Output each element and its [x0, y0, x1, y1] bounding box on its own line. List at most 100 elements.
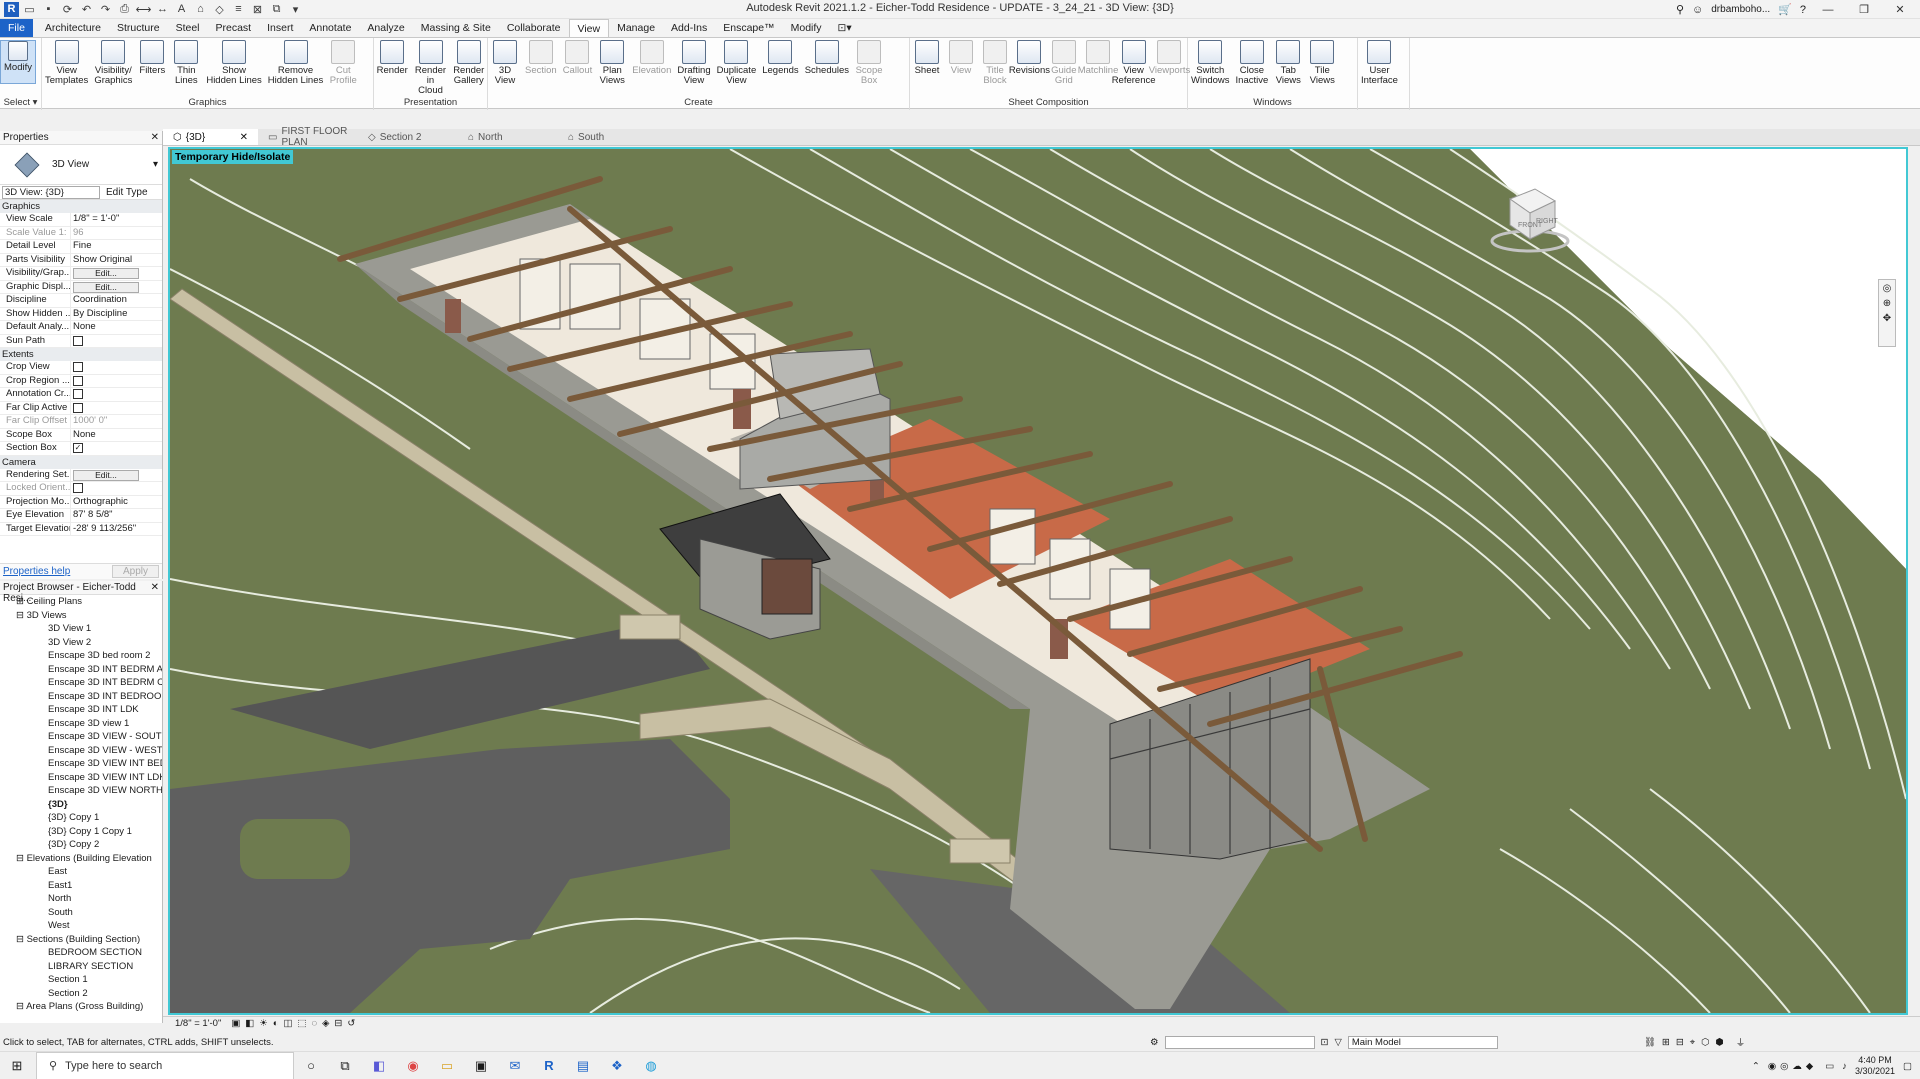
user-icon[interactable]: ☺ — [1692, 4, 1703, 16]
revisions-button[interactable]: Revisions — [1009, 40, 1050, 98]
browser-item[interactable]: Enscape 3D INT BEDROOI — [0, 690, 162, 704]
open-icon[interactable]: ▭ — [21, 1, 38, 17]
network-icon[interactable]: ▭ — [1825, 1061, 1834, 1072]
property-value[interactable]: Edit... — [70, 280, 140, 293]
view-tab[interactable]: ▭ FIRST FLOOR PLAN — [258, 126, 358, 148]
property-value[interactable]: 1/8" = 1'-0" — [70, 213, 140, 226]
browser-item[interactable]: {3D} Copy 1 Copy 1 — [0, 825, 162, 839]
save-icon[interactable]: ▪ — [40, 1, 57, 17]
property-checkbox[interactable]: ✓ — [73, 443, 83, 453]
view-templates-button[interactable]: View Templates — [42, 40, 91, 98]
property-value[interactable] — [70, 361, 140, 374]
property-group-graphics[interactable]: Graphics — [0, 200, 162, 213]
minimize-icon[interactable]: — — [1814, 4, 1842, 16]
pan-icon[interactable]: ✥ — [1883, 313, 1891, 324]
file-explorer-icon[interactable]: ▭ — [430, 1052, 464, 1079]
property-value[interactable] — [70, 388, 140, 401]
tab-architecture[interactable]: Architecture — [37, 19, 109, 37]
store-icon[interactable]: ▣ — [464, 1052, 498, 1079]
browser-item[interactable]: 3D View 1 — [0, 622, 162, 636]
zoom-icon[interactable]: ⊕ — [1883, 298, 1891, 309]
revit-taskbar-icon[interactable]: R — [532, 1052, 566, 1079]
app-icon[interactable]: ◧ — [362, 1052, 396, 1079]
viewports-button[interactable]: Viewports — [1149, 40, 1190, 98]
property-checkbox[interactable] — [73, 483, 83, 493]
section-icon[interactable]: ◇ — [211, 1, 228, 17]
mail-icon[interactable]: ✉ — [498, 1052, 532, 1079]
property-checkbox[interactable] — [73, 375, 83, 386]
property-value[interactable]: By Discipline — [70, 307, 140, 320]
legends-button[interactable]: Legends — [759, 40, 801, 98]
type-selector[interactable]: 3D View ▾ — [0, 145, 162, 185]
tab-view[interactable]: View — [568, 19, 610, 37]
property-value[interactable] — [70, 334, 140, 347]
view-tab[interactable]: ⌂ North — [458, 129, 558, 145]
browser-item[interactable]: BEDROOM SECTION — [0, 946, 162, 960]
apply-button[interactable]: Apply — [111, 565, 159, 578]
property-checkbox[interactable] — [73, 402, 83, 413]
switch-windows-icon[interactable]: ⧉ — [268, 1, 285, 17]
edit-button[interactable]: Edit... — [73, 469, 139, 481]
edge-icon[interactable]: ◍ — [634, 1052, 668, 1079]
view-tab[interactable]: ◇ Section 2 — [358, 129, 458, 145]
cut-profile-button[interactable]: Cut Profile — [326, 40, 360, 98]
properties-help-link[interactable]: Properties help — [3, 566, 70, 577]
tab-analyze[interactable]: Analyze — [359, 19, 412, 37]
browser-item[interactable]: West — [0, 919, 162, 933]
property-value[interactable]: Edit... — [70, 468, 140, 481]
matchline-button[interactable]: Matchline — [1078, 40, 1118, 98]
browser-item[interactable]: North — [0, 892, 162, 906]
browser-item[interactable]: Enscape 3D VIEW - WEST — [0, 744, 162, 758]
revit-logo-icon[interactable]: R — [4, 1, 19, 17]
schedules-button[interactable]: Schedules — [802, 40, 852, 98]
default-3d-view-icon[interactable]: ⌂ — [192, 1, 209, 17]
render-gallery-button[interactable]: Render Gallery — [451, 40, 487, 98]
edit-type-button[interactable]: Edit Type — [106, 187, 148, 198]
chevron-down-icon[interactable]: ▾ — [153, 159, 158, 170]
tab-insert[interactable]: Insert — [259, 19, 301, 37]
browser-item[interactable]: Enscape 3D VIEW INT BED — [0, 757, 162, 771]
cortana-icon[interactable]: ○ — [294, 1052, 328, 1079]
undo-icon[interactable]: ↶ — [78, 1, 95, 17]
windows-start-icon[interactable]: ⊞ — [0, 1052, 34, 1079]
maximize-icon[interactable]: ❐ — [1850, 3, 1878, 16]
scope-box-button[interactable]: Scope Box — [852, 40, 886, 98]
dropbox-icon[interactable]: ❖ — [600, 1052, 634, 1079]
thin-lines-button[interactable]: Thin Lines — [169, 40, 203, 98]
taskbar-search[interactable]: ⚲ Type here to search — [36, 1051, 294, 1079]
property-value[interactable]: -28' 9 113/256" — [70, 522, 140, 535]
duplicate-view-button[interactable]: Duplicate View — [714, 40, 760, 98]
notifications-icon[interactable]: ▢ — [1903, 1061, 1912, 1072]
print-icon[interactable]: ⎙ — [116, 1, 133, 17]
browser-item[interactable]: South — [0, 906, 162, 920]
browser-item[interactable]: Enscape 3D INT BEDRM A — [0, 663, 162, 677]
browser-item[interactable]: ⊞ Ceiling Plans — [0, 595, 162, 609]
browser-item[interactable]: ⊟ Area Plans (Gross Building) — [0, 1000, 162, 1014]
property-value[interactable]: Edit... — [70, 267, 140, 280]
tab-enscape[interactable]: Enscape™ — [715, 19, 782, 37]
property-checkbox[interactable] — [73, 335, 83, 346]
tab-manage[interactable]: Manage — [609, 19, 663, 37]
view-scale[interactable]: 1/8" = 1'-0" — [175, 1018, 221, 1029]
selection-toggles-icons[interactable]: ⛓⊞⊟⌖⬡⬢ — [1644, 1037, 1730, 1048]
chrome-icon[interactable]: ◉ — [396, 1052, 430, 1079]
browser-item[interactable]: {3D} — [0, 798, 162, 812]
view-control-icons[interactable]: ▣◧☀◐◫⬚◌◈⊟↺ — [231, 1018, 360, 1029]
property-value[interactable] — [70, 374, 140, 387]
measure-icon[interactable]: ⟷ — [135, 1, 152, 17]
property-value[interactable]: Show Original — [70, 253, 140, 266]
drafting-view-button[interactable]: Drafting View — [674, 40, 713, 98]
customize-toolbar-icon[interactable]: ▾ — [287, 1, 304, 17]
property-value[interactable]: 96 — [70, 226, 140, 239]
sync-icon[interactable]: ⟳ — [59, 1, 76, 17]
tab-views-button[interactable]: Tab Views — [1271, 40, 1305, 98]
tab-add-ins[interactable]: Add-Ins — [663, 19, 715, 37]
browser-item[interactable]: ⊟ Elevations (Building Elevation — [0, 852, 162, 866]
filter-selection-icon[interactable]: ⏚ — [1736, 1035, 1746, 1049]
close-hidden-windows-icon[interactable]: ⊠ — [249, 1, 266, 17]
photos-icon[interactable]: ▤ — [566, 1052, 600, 1079]
view-reference-button[interactable]: View Reference — [1112, 40, 1156, 98]
view-cube-right-label[interactable]: RIGHT — [1536, 218, 1559, 225]
remove-hidden-lines-button[interactable]: Remove Hidden Lines — [265, 40, 326, 98]
tray-app-icons[interactable]: ◉◎☁◆ — [1768, 1061, 1817, 1072]
